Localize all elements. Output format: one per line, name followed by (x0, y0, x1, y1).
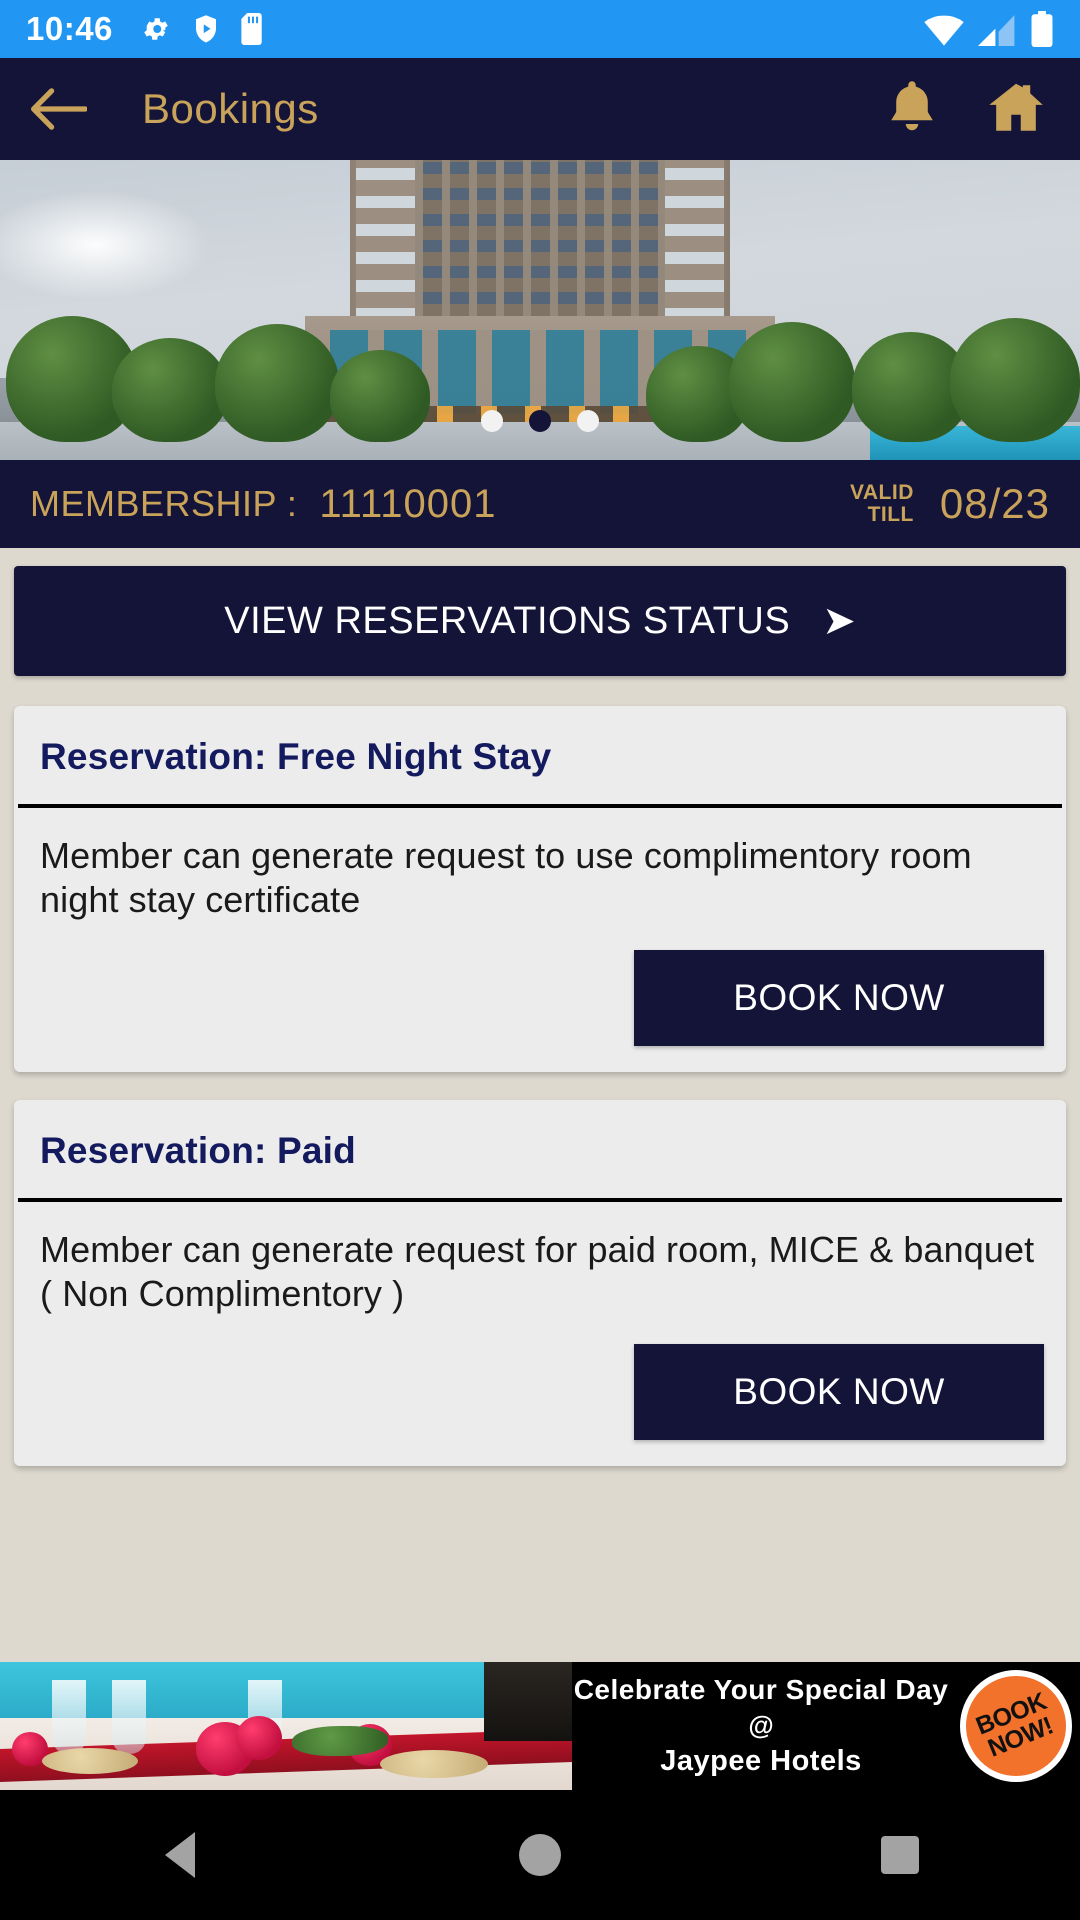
nav-recents-button[interactable] (840, 1790, 960, 1920)
nav-back-icon (165, 1832, 195, 1878)
card-description: Member can generate request to use compl… (40, 835, 972, 920)
hero-tree (215, 324, 339, 442)
ad-plate (380, 1750, 488, 1778)
carousel-dot-1[interactable] (481, 410, 503, 432)
membership-label: MEMBERSHIP : (30, 483, 298, 524)
ad-plate (42, 1748, 138, 1774)
status-bar-notification-icons (141, 13, 265, 45)
valid-till-line-2: TILL (867, 503, 914, 526)
card-title: Reservation: Free Night Stay (40, 736, 552, 777)
back-arrow-icon (31, 88, 87, 130)
carousel-dot-2[interactable] (529, 410, 551, 432)
sd-card-icon (241, 13, 262, 45)
ad-foliage (292, 1726, 388, 1756)
back-button[interactable] (28, 78, 90, 140)
hotel-image-carousel[interactable] (0, 160, 1080, 460)
carousel-dot-3[interactable] (577, 410, 599, 432)
ad-line-1: Celebrate Your Special Day (573, 1674, 949, 1705)
page-title: Bookings (142, 85, 319, 132)
card-header: Reservation: Paid (14, 1100, 1066, 1198)
nav-home-button[interactable] (480, 1790, 600, 1920)
main-content: VIEW RESERVATIONS STATUS ➤ Reservation: … (0, 548, 1080, 1466)
cellular-signal-icon (978, 15, 1015, 47)
android-navigation-bar (0, 1790, 1080, 1920)
shield-play-icon (195, 15, 216, 43)
app-bar: Bookings (0, 58, 1080, 160)
book-now-button[interactable]: BOOK NOW (634, 949, 1044, 1046)
ad-wine-glass (112, 1680, 146, 1755)
home-button[interactable] (988, 80, 1044, 139)
status-bar-clock: 10:46 (26, 10, 113, 47)
gear-icon (144, 18, 168, 40)
book-now-button[interactable]: BOOK NOW (634, 1343, 1044, 1440)
ad-dark-edge (484, 1662, 572, 1742)
hero-tree (950, 318, 1080, 442)
hero-tree (112, 338, 228, 442)
card-body: Member can generate request to use compl… (14, 808, 1066, 922)
valid-till-line-1: VALID (849, 480, 914, 504)
view-reservations-status-button[interactable]: VIEW RESERVATIONS STATUS ➤ (14, 566, 1066, 676)
membership-number: 11110001 (319, 481, 497, 526)
ad-book-now-label: BOOK NOW! (972, 1687, 1057, 1763)
membership-bar: MEMBERSHIP : 11110001 VALID TILL 08/23 (0, 460, 1080, 548)
ad-book-now-badge[interactable]: BOOK NOW! (960, 1670, 1072, 1782)
book-now-label: BOOK NOW (733, 976, 945, 1018)
battery-icon (1031, 11, 1053, 47)
nav-back-button[interactable] (120, 1790, 240, 1920)
home-icon (989, 83, 1043, 131)
valid-till-label: VALID TILL (849, 480, 914, 526)
card-description: Member can generate request for paid roo… (40, 1228, 1035, 1314)
ad-line-3: Jaypee Hotels (660, 1745, 862, 1777)
bell-icon (891, 80, 933, 130)
book-now-label: BOOK NOW (733, 1370, 945, 1412)
nav-recents-icon (881, 1836, 919, 1874)
ad-rose (236, 1716, 282, 1760)
card-header: Reservation: Free Night Stay (14, 706, 1066, 804)
nav-home-icon (519, 1834, 561, 1876)
ad-line-2: @ (748, 1710, 774, 1740)
hero-cloud (0, 190, 210, 300)
app-bar-actions (886, 80, 1052, 139)
card-actions: BOOK NOW (14, 922, 1066, 1072)
notifications-button[interactable] (886, 80, 938, 139)
hero-tree (330, 350, 430, 442)
hero-tree (729, 322, 855, 442)
phone-screen: 10:46 Bookings MEMBERSHIP: 11110001 VAL… (0, 0, 1080, 1920)
reservation-card-free-night-stay: Reservation: Free Night Stay Member can … (14, 706, 1066, 1072)
valid-till-date: 08/23 (939, 480, 1050, 527)
reservation-card-paid: Reservation: Paid Member can generate re… (14, 1099, 1066, 1466)
ad-photo (0, 1662, 572, 1790)
card-title: Reservation: Paid (40, 1129, 356, 1171)
advertisement-banner[interactable]: Celebrate Your Special Day @ Jaypee Hote… (0, 1662, 1080, 1790)
ad-wine-glass (52, 1680, 86, 1755)
status-bar: 10:46 (0, 0, 1080, 58)
card-body: Member can generate request for paid roo… (14, 1202, 1066, 1316)
wifi-icon (924, 15, 964, 46)
view-reservations-status-label: VIEW RESERVATIONS STATUS (224, 599, 791, 642)
status-bar-system-icons (924, 11, 1054, 47)
chevron-right-icon: ➤ (822, 599, 856, 643)
card-actions: BOOK NOW (14, 1316, 1066, 1466)
carousel-indicator[interactable] (481, 410, 599, 432)
